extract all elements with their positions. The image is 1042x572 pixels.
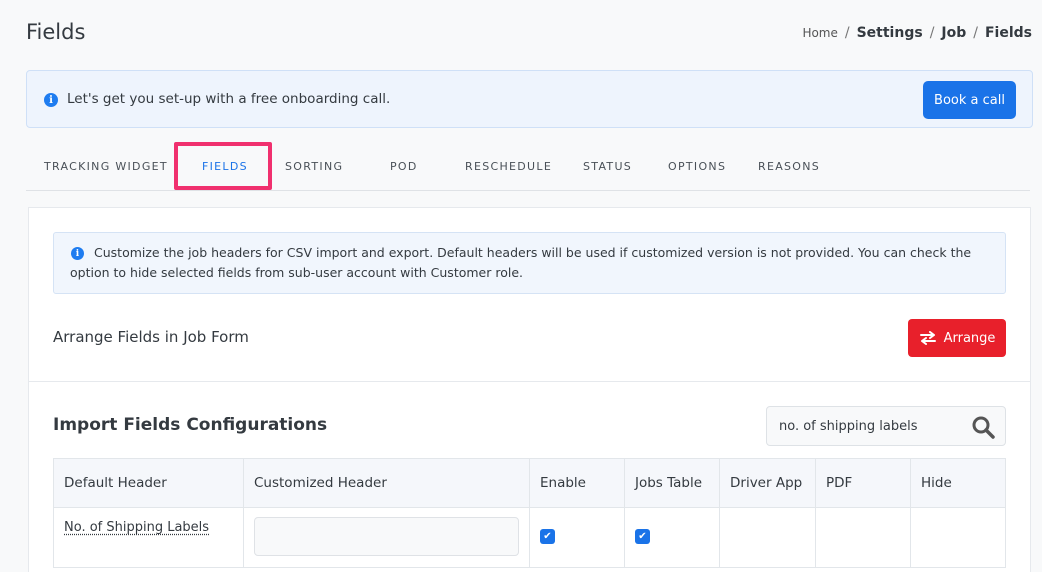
tab-status[interactable]: STATUS [583, 160, 632, 173]
breadcrumb-home[interactable]: Home [802, 26, 837, 40]
breadcrumb-separator: / [973, 25, 978, 41]
breadcrumb-job[interactable]: Job [941, 25, 966, 41]
col-hide: Hide [910, 458, 1006, 508]
breadcrumb-settings[interactable]: Settings [857, 25, 923, 41]
breadcrumb: Home / Settings / Job / Fields [802, 25, 1032, 41]
import-fields-table: Default Header Customized Header Enable … [53, 458, 1006, 568]
col-customized-header: Customized Header [243, 458, 530, 508]
tab-tracking-widget[interactable]: TRACKING WIDGET [44, 160, 168, 173]
arrange-button-label: Arrange [943, 330, 996, 346]
hide-cell [910, 507, 1006, 568]
onboarding-text: Let's get you set-up with a free onboard… [67, 91, 391, 107]
search-icon[interactable] [971, 415, 995, 439]
table-row: No. of Shipping Labels ✔ ✔ [53, 507, 1006, 568]
customized-header-input[interactable] [254, 517, 519, 556]
tab-highlight-box [174, 142, 272, 190]
import-fields-title: Import Fields Configurations [53, 415, 328, 435]
book-call-button[interactable]: Book a call [923, 81, 1016, 119]
table-header-row: Default Header Customized Header Enable … [53, 458, 1006, 508]
default-header-label: No. of Shipping Labels [64, 520, 210, 535]
tab-options[interactable]: OPTIONS [668, 160, 726, 173]
tab-sorting[interactable]: SORTING [285, 160, 343, 173]
col-default-header: Default Header [53, 458, 244, 508]
breadcrumb-fields: Fields [984, 25, 1032, 41]
info-alert-text: Customize the job headers for CSV import… [70, 245, 972, 280]
pdf-cell [815, 507, 911, 568]
tab-reasons[interactable]: REASONS [758, 160, 820, 173]
breadcrumb-separator: / [929, 25, 935, 41]
page-title: Fields [26, 20, 86, 44]
arrange-fields-label: Arrange Fields in Job Form [53, 328, 249, 346]
fields-card: i Customize the job headers for CSV impo… [28, 207, 1031, 572]
col-pdf: PDF [815, 458, 911, 508]
breadcrumb-separator: / [844, 25, 850, 41]
col-enable: Enable [529, 458, 625, 508]
col-jobs-table: Jobs Table [624, 458, 720, 508]
onboarding-banner: i Let's get you set-up with a free onboa… [26, 70, 1033, 128]
col-driver-app: Driver App [719, 458, 816, 508]
tab-reschedule[interactable]: RESCHEDULE [465, 160, 552, 173]
tab-pod[interactable]: POD [390, 160, 418, 173]
jobs-table-checkbox[interactable]: ✔ [635, 529, 650, 544]
search-input[interactable] [767, 407, 962, 445]
info-alert: i Customize the job headers for CSV impo… [53, 232, 1006, 294]
settings-tabs: TRACKING WIDGET FIELDS SORTING POD RESCH… [26, 142, 1030, 191]
info-icon: i [44, 93, 58, 107]
driver-app-cell [719, 507, 816, 568]
swap-arrows-icon [919, 331, 936, 345]
enable-checkbox[interactable]: ✔ [540, 529, 555, 544]
arrange-button[interactable]: Arrange [908, 319, 1006, 357]
search-box [766, 406, 1006, 446]
section-divider [29, 381, 1030, 382]
